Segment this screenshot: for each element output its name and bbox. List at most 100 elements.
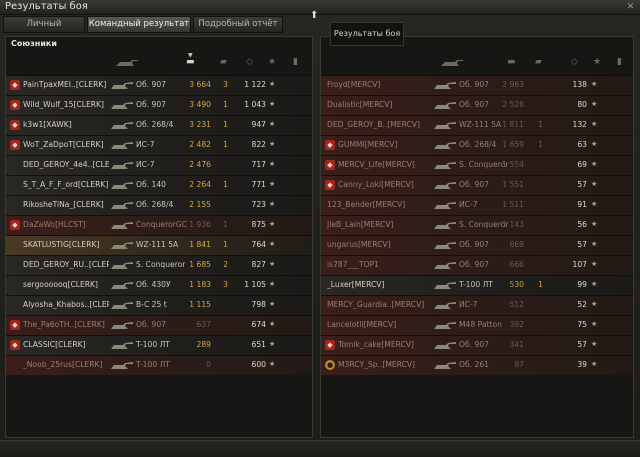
player-name[interactable]: Dualistic[MERCV] [327, 100, 427, 109]
kills-value: 1 [223, 100, 228, 109]
player-name[interactable]: DED_GEROY_4e4..[CLERK] [23, 160, 109, 169]
table-row[interactable]: 123_Bender[MERCV] ИС-7 1 511 91 ★ [321, 195, 633, 215]
damage-value: 2 155 [189, 200, 211, 209]
player-name[interactable]: Alyosha_Khabos..[CLERK] [23, 300, 109, 309]
player-name[interactable]: DED_GEROY_RU..[CLERK] [23, 260, 109, 269]
enemies-list: Froyd[MERCV] Об. 907 2 963 138 ★ Dualistic[ME… [321, 75, 633, 375]
xp-value: 52 [577, 300, 587, 309]
xp-value: 717 [251, 160, 267, 169]
vehicle-icon [111, 182, 133, 189]
damage-value: 392 [509, 320, 525, 329]
xp-value: 107 [572, 260, 588, 269]
player-name[interactable]: CLASSIC[CLERK] [23, 340, 109, 349]
table-row[interactable]: sergoooooq[CLERK] Об. 430У 1 183 3 1 105 ★ [6, 275, 312, 295]
tab-team-result[interactable]: Командный результат [87, 16, 191, 33]
kills-value: 1 [223, 180, 228, 189]
vehicle-icon [111, 82, 133, 89]
vehicle-icon [434, 262, 456, 269]
frag-icon[interactable]: ▰ [535, 57, 542, 67]
player-name[interactable]: k3w1[XAWK] [23, 120, 109, 129]
player-name[interactable]: _Noob_25rus[CLERK] [23, 360, 109, 369]
star-icon[interactable]: ★ [593, 57, 601, 67]
table-row[interactable]: DED_GEROY_4e4..[CLERK] ИС-7 2 476 717★ [6, 155, 312, 175]
rank-badge-icon: ◆ [10, 120, 20, 130]
table-row[interactable]: ◆ WoT_ZaDpoT[CLERK] ИС-7 2 482 1 822 ★ [6, 135, 312, 155]
table-row[interactable]: ◆ Wild_Wulf_15[CLERK] Об. 907 3 490 1 1 043 ★ [6, 95, 312, 115]
table-row[interactable]: Dualistic[MERCV] Об. 907 2 528 80 ★ [321, 95, 633, 115]
star-icon[interactable]: ★ [268, 57, 276, 67]
vehicle-name: Об. 430У [136, 280, 171, 289]
player-name[interactable]: sergoooooq[CLERK] [23, 280, 109, 289]
star-icon: ★ [591, 160, 598, 168]
table-row[interactable]: Lancelotll[MERCV] M48 Patton 392 75 ★ [321, 315, 633, 335]
vehicle-icon [434, 122, 456, 129]
table-row[interactable]: ● M3RCY_Sp..[MERCV] Об. 261 87 39 ★ [321, 355, 633, 375]
table-row[interactable]: ungarus[MERCV] Об. 907 669 57 ★ [321, 235, 633, 255]
xp-icon[interactable]: ◇ [571, 57, 578, 67]
vehicle-icon [434, 302, 456, 309]
table-row[interactable]: ◆ MERCV_Life[MERCV] S. Conqueror 1 554 69 ★ [321, 155, 633, 175]
table-row[interactable]: ◆ GUMMI[MERCV] Об. 268/4 1 659 1 63 ★ [321, 135, 633, 155]
player-name[interactable]: S_T_A_F_F_ord[CLERK] [23, 180, 109, 189]
xp-icon[interactable]: ◇ [246, 57, 253, 67]
table-row[interactable]: ◆ PainTpaxMEI..[CLERK] Об. 907 3 664 3 1 122 ★ [6, 75, 312, 95]
player-name[interactable]: Wild_Wulf_15[CLERK] [23, 100, 109, 109]
player-name[interactable]: DED_GEROY_B..[MERCV] [327, 120, 427, 129]
player-name[interactable]: MERCY_Guardia..[MERCV] [327, 300, 427, 309]
player-name[interactable]: The_Pa6oTH..[CLERK] [23, 320, 109, 329]
table-row[interactable]: S_T_A_F_F_ord[CLERK] Об. 140 2 264 1 771 ★ [6, 175, 312, 195]
player-name[interactable]: PainTpaxMEI..[CLERK] [23, 80, 109, 89]
player-name[interactable]: is787___TOP1 [327, 260, 427, 269]
table-row[interactable]: DED_GEROY_RU..[CLERK]S. Conqueror1 68528… [6, 255, 312, 275]
player-name[interactable]: _Luxer[MERCV] [327, 280, 427, 289]
table-row[interactable]: ◆ The_Pa6oTH..[CLERK] Об. 907 637 674 ★ [6, 315, 312, 335]
vehicle-icon [111, 322, 133, 329]
xp-value: 822 [251, 140, 267, 149]
damage-value: 1 659 [502, 140, 524, 149]
tank-icon[interactable] [439, 57, 465, 69]
vehicle-name: ИС-7 [136, 140, 155, 149]
close-icon[interactable]: ✕ [625, 2, 636, 12]
player-name[interactable]: Lancelotll[MERCV] [327, 320, 427, 329]
damage-value: 3 490 [189, 100, 211, 109]
damage-value: 669 [509, 240, 525, 249]
table-row[interactable]: _Luxer[MERCV] T-100 ЛТ 530 1 99 ★ [321, 275, 633, 295]
table-row[interactable]: SKATLUSTIG[CLERK] WZ-111 5A 1 841 1 764 ★ [6, 235, 312, 255]
table-row[interactable]: RikosheTiNa_[CLERK] Об. 268/4 2 155 723 ★ [6, 195, 312, 215]
table-row[interactable]: ◆ Tomik_cake[MERCV] Об. 907 341 57 ★ [321, 335, 633, 355]
player-name[interactable]: RikosheTiNa_[CLERK] [23, 200, 109, 209]
table-row[interactable]: Froyd[MERCV] Об. 907 2 963 138 ★ [321, 75, 633, 95]
damage-icon[interactable]: ▬ [507, 57, 516, 67]
player-name[interactable]: GUMMI[MERCV] [338, 140, 430, 149]
player-name[interactable]: 123_Bender[MERCV] [327, 200, 427, 209]
player-name[interactable]: Tomik_cake[MERCV] [338, 340, 430, 349]
medal-icon[interactable]: ▮ [617, 57, 622, 67]
player-name[interactable]: Canny_Loki[MERCV] [338, 180, 430, 189]
player-name[interactable]: DaZaWo[HLCST] [23, 220, 109, 229]
medal-icon[interactable]: ▮ [293, 57, 298, 67]
table-row[interactable]: is787___TOP1 Об. 907 666 107 ★ [321, 255, 633, 275]
table-row[interactable]: MERCY_Guardia..[MERCV] ИС-7 512 52 ★ [321, 295, 633, 315]
table-row[interactable]: ◆ k3w1[XAWK] Об. 268/4 3 231 1 947 ★ [6, 115, 312, 135]
star-icon: ★ [591, 140, 598, 148]
player-name[interactable]: ungarus[MERCV] [327, 240, 427, 249]
table-row[interactable]: _Noob_25rus[CLERK] T-100 ЛТ 0 600 ★ [6, 355, 312, 375]
player-name[interactable]: MERCV_Life[MERCV] [338, 160, 430, 169]
table-row[interactable]: ◆ CLASSIC[CLERK] T-100 ЛТ 289 651 ★ [6, 335, 312, 355]
table-row[interactable]: ◆ DaZaWo[HLCST] ConquerorGC 1 936 1 875 ★ [6, 215, 312, 235]
player-name[interactable]: WoT_ZaDpoT[CLERK] [23, 140, 109, 149]
player-name[interactable]: M3RCY_Sp..[MERCV] [338, 360, 430, 369]
tank-icon[interactable] [114, 57, 140, 69]
table-row[interactable]: Alyosha_Khabos..[CLERK] B-C 25 t 1 115 798★ [6, 295, 312, 315]
table-row[interactable]: JleB_Lain[MERCV] S. Conqueror 1 143 56 ★ [321, 215, 633, 235]
vehicle-icon [111, 162, 133, 169]
title-bar[interactable]: Результаты боя ✕ [0, 0, 640, 15]
tab-personal-result[interactable]: Личный результат [3, 16, 85, 44]
player-name[interactable]: SKATLUSTIG[CLERK] [23, 240, 109, 249]
tab-detailed-report[interactable]: Подробный отчёт [193, 16, 283, 33]
frag-icon[interactable]: ▰ [220, 57, 227, 67]
player-name[interactable]: JleB_Lain[MERCV] [327, 220, 427, 229]
player-name[interactable]: Froyd[MERCV] [327, 80, 427, 89]
table-row[interactable]: ◆ Canny_Loki[MERCV] Об. 907 1 551 57 ★ [321, 175, 633, 195]
table-row[interactable]: DED_GEROY_B..[MERCV] WZ-111 5A 1 811 1 132 ★ [321, 115, 633, 135]
